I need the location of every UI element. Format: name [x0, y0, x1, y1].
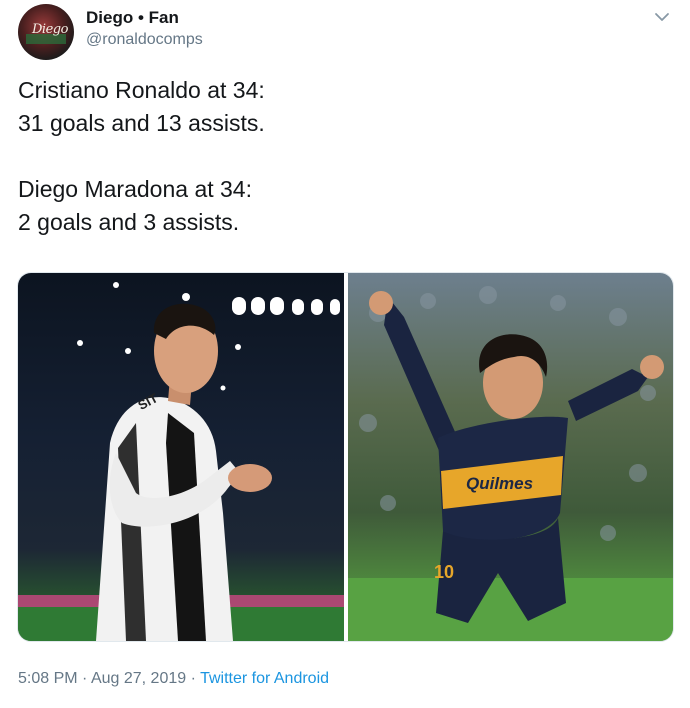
- tweet-time[interactable]: 5:08 PM: [18, 670, 78, 687]
- tweet-line: Cristiano Ronaldo at 34:: [18, 77, 265, 103]
- meta-separator: ·: [190, 670, 196, 687]
- chevron-down-icon[interactable]: [653, 8, 671, 26]
- tweet-text: Cristiano Ronaldo at 34: 31 goals and 13…: [18, 74, 668, 239]
- display-name-suffix: Fan: [148, 8, 179, 27]
- display-name-separator: •: [137, 8, 144, 27]
- shirt-number: 10: [434, 562, 454, 582]
- maradona-photo-graphic: Quilmes 10: [348, 286, 673, 641]
- avatar[interactable]: Diego: [18, 4, 74, 60]
- tweet-media[interactable]: SIT Quilmes 10: [17, 272, 674, 642]
- avatar-signature: Diego: [32, 22, 68, 37]
- tweet-line: 31 goals and 13 assists.: [18, 110, 265, 136]
- display-name[interactable]: Diego • Fan: [86, 8, 179, 28]
- tweet-line: Diego Maradona at 34:: [18, 176, 252, 202]
- display-name-text: Diego: [86, 8, 134, 27]
- ronaldo-photo[interactable]: SIT: [18, 273, 344, 641]
- user-handle[interactable]: @ronaldocomps: [86, 31, 203, 49]
- meta-separator: ·: [82, 670, 88, 687]
- tweet-source-link[interactable]: Twitter for Android: [200, 670, 329, 687]
- tweet-date[interactable]: Aug 27, 2019: [91, 670, 186, 687]
- ronaldo-photo-graphic: SIT: [18, 282, 344, 641]
- tweet-meta: 5:08 PM · Aug 27, 2019 · Twitter for And…: [18, 670, 329, 688]
- tweet-line: 2 goals and 3 assists.: [18, 209, 240, 235]
- maradona-photo[interactable]: Quilmes 10: [348, 273, 673, 641]
- tweet-header: Diego Diego • Fan @ronaldocomps: [0, 0, 690, 70]
- shirt-sponsor: Quilmes: [466, 474, 533, 493]
